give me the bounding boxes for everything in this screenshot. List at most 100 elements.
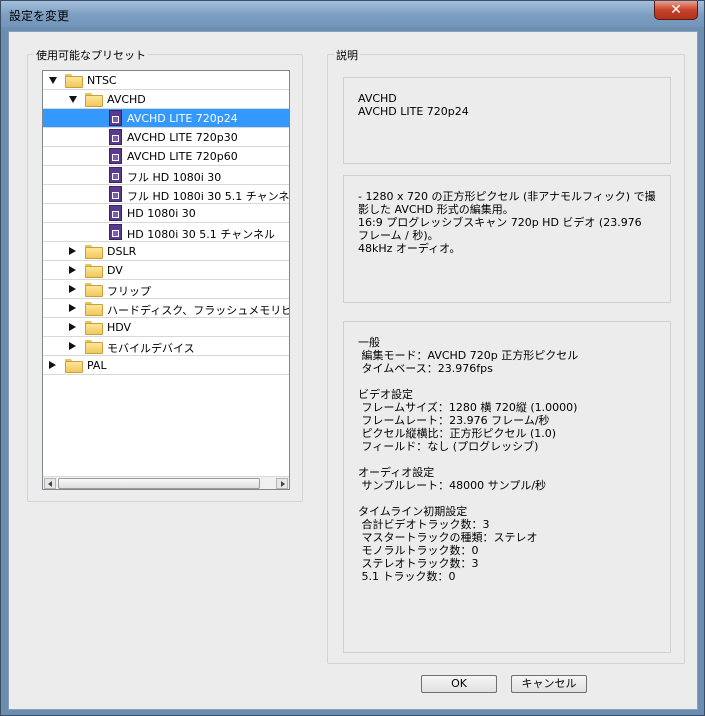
info-line: モノラルトラック数：0 — [358, 544, 479, 557]
tree-folder[interactable]: ハードディスク、フラッシュメモリビデオカ... — [43, 299, 289, 318]
tree-item-label: HDV — [107, 321, 132, 334]
close-icon: ✕ — [670, 2, 682, 18]
preset-details-box: - 1280 x 720 の正方形ピクセル (非アナモルフィック) で撮影した … — [343, 175, 671, 303]
tree-folder[interactable]: AVCHD — [43, 90, 289, 109]
expand-arrow-down-icon[interactable] — [49, 77, 57, 84]
tree-preset[interactable]: AVCHD LITE 720p30 — [43, 128, 289, 147]
preset-file-icon — [109, 129, 122, 145]
info-line: フレームレート：23.976 フレーム/秒 — [358, 414, 550, 427]
folder-icon — [85, 283, 103, 297]
tree-item-label: HD 1080i 30 — [127, 207, 196, 220]
tree-folder[interactable]: NTSC — [43, 71, 289, 90]
preset-tree[interactable]: PALモバイルデバイス HDV ハードディスク、フラッシュメモリビデオカ... フリッ… — [42, 70, 290, 490]
expand-arrow-right-icon[interactable] — [69, 285, 76, 293]
tree-folder[interactable]: HDV — [43, 318, 289, 337]
folder-icon — [85, 264, 103, 278]
tree-item-label: DSLR — [107, 245, 137, 258]
info-line: 一般 — [358, 336, 380, 349]
expand-arrow-right-icon[interactable] — [69, 342, 76, 350]
folder-icon — [85, 93, 103, 107]
preset-summary-box: AVCHD AVCHD LITE 720p24 — [343, 77, 671, 164]
tree-item-label: PAL — [87, 359, 107, 372]
preset-file-icon — [109, 167, 122, 183]
info-line: タイムベース：23.976fps — [358, 362, 493, 375]
expand-arrow-right-icon[interactable] — [69, 304, 76, 312]
tree-folder[interactable]: PAL — [43, 356, 289, 375]
tree-folder[interactable]: DSLR — [43, 242, 289, 261]
folder-icon — [65, 74, 83, 88]
info-line: ビデオ設定 — [358, 388, 413, 401]
info-line: 5.1 トラック数：0 — [358, 570, 456, 583]
tree-item-label: モバイルデバイス — [107, 342, 195, 355]
info-line: タイムライン初期設定 — [358, 505, 468, 518]
tree-preset[interactable]: フル HD 1080i 30 5.1 チャンネル — [43, 185, 289, 204]
presets-group: 使用可能なプリセット PAL モバイルデバイス HDV ハードディスク、フラッシュメモ… — [27, 47, 303, 502]
tree-item-label: AVCHD LITE 720p30 — [127, 131, 238, 144]
arrow-left-icon — [48, 481, 52, 487]
tree-item-label: フル HD 1080i 30 — [127, 171, 222, 184]
tree-item-label: ハードディスク、フラッシュメモリビデオカ... — [107, 304, 289, 317]
info-line: 編集モード：AVCHD 720p 正方形ピクセル — [358, 349, 579, 362]
expand-arrow-down-icon[interactable] — [69, 96, 77, 103]
tree-folder[interactable]: フリップ — [43, 280, 289, 299]
info-line: フレームサイズ：1280 横 720縦 (1.0000) — [358, 401, 578, 414]
preset-details-text: - 1280 x 720 の正方形ピクセル (非アナモルフィック) で撮影した … — [358, 190, 656, 255]
tree-item-label: フル HD 1080i 30 5.1 チャンネル — [127, 190, 289, 203]
tree-item-label: AVCHD LITE 720p24 — [127, 112, 238, 125]
expand-arrow-right-icon[interactable] — [49, 361, 56, 369]
tree-preset[interactable]: AVCHD LITE 720p24 — [43, 109, 289, 128]
settings-dialog: 設定を変更 ✕ 使用可能なプリセット PAL モバイルデバイス HDV ハードディスク… — [0, 0, 705, 716]
arrow-right-icon — [281, 481, 285, 487]
tree-folder[interactable]: DV — [43, 261, 289, 280]
tree-preset[interactable]: フル HD 1080i 30 — [43, 166, 289, 185]
tree-preset[interactable]: HD 1080i 30 5.1 チャンネル — [43, 223, 289, 242]
tree-item-label: HD 1080i 30 5.1 チャンネル — [127, 228, 275, 241]
description-group: 説明 AVCHD AVCHD LITE 720p24 - 1280 x 720 … — [327, 47, 685, 664]
dialog-body: 使用可能なプリセット PAL モバイルデバイス HDV ハードディスク、フラッシュメモ… — [8, 31, 698, 710]
cancel-button[interactable]: キャンセル — [511, 675, 587, 693]
info-line: ピクセル縦横比：正方形ピクセル (1.0) — [358, 427, 557, 440]
summary-format: AVCHD — [358, 92, 397, 105]
dialog-title: 設定を変更 — [9, 9, 70, 23]
info-line: オーディオ設定 — [358, 466, 435, 479]
expand-arrow-right-icon[interactable] — [69, 323, 76, 331]
info-line: ステレオトラック数：3 — [358, 557, 479, 570]
scrollbar-thumb[interactable] — [58, 478, 260, 489]
folder-icon — [85, 302, 103, 316]
tree-item-label: フリップ — [107, 285, 151, 298]
description-legend: 説明 — [334, 47, 360, 63]
tree-item-label: AVCHD — [107, 93, 146, 106]
tree-item-label: AVCHD LITE 720p60 — [127, 150, 238, 163]
folder-icon — [65, 359, 83, 373]
info-line: マスタートラックの種類：ステレオ — [358, 531, 538, 544]
close-button[interactable]: ✕ — [654, 1, 698, 20]
presets-legend: 使用可能なプリセット — [34, 47, 148, 63]
preset-file-icon — [109, 205, 122, 221]
ok-button[interactable]: OK — [421, 675, 497, 693]
scroll-left-button[interactable] — [44, 478, 56, 489]
folder-icon — [85, 321, 103, 335]
tree-item-label: DV — [107, 264, 123, 277]
preset-file-icon — [109, 148, 122, 164]
preset-file-icon — [109, 110, 122, 126]
horizontal-scrollbar[interactable] — [43, 476, 289, 489]
preset-file-icon — [109, 186, 122, 202]
title-bar[interactable]: 設定を変更 ✕ — [1, 1, 704, 27]
summary-preset-name: AVCHD LITE 720p24 — [358, 105, 469, 118]
scroll-right-button[interactable] — [276, 478, 288, 489]
info-line: 合計ビデオトラック数：3 — [358, 518, 490, 531]
folder-icon — [85, 245, 103, 259]
info-line: サンプルレート：48000 サンプル/秒 — [358, 479, 547, 492]
expand-arrow-right-icon[interactable] — [69, 266, 76, 274]
tree-preset[interactable]: HD 1080i 30 — [43, 204, 289, 223]
tree-item-label: NTSC — [87, 74, 117, 87]
preset-settings-box: 一般 編集モード：AVCHD 720p 正方形ピクセル タイムベース：23.97… — [343, 321, 671, 653]
info-line: フィールド：なし (プログレッシブ) — [358, 440, 539, 453]
expand-arrow-right-icon[interactable] — [69, 247, 76, 255]
tree-preset[interactable]: AVCHD LITE 720p60 — [43, 147, 289, 166]
folder-icon — [85, 340, 103, 354]
tree-folder[interactable]: モバイルデバイス — [43, 337, 289, 356]
